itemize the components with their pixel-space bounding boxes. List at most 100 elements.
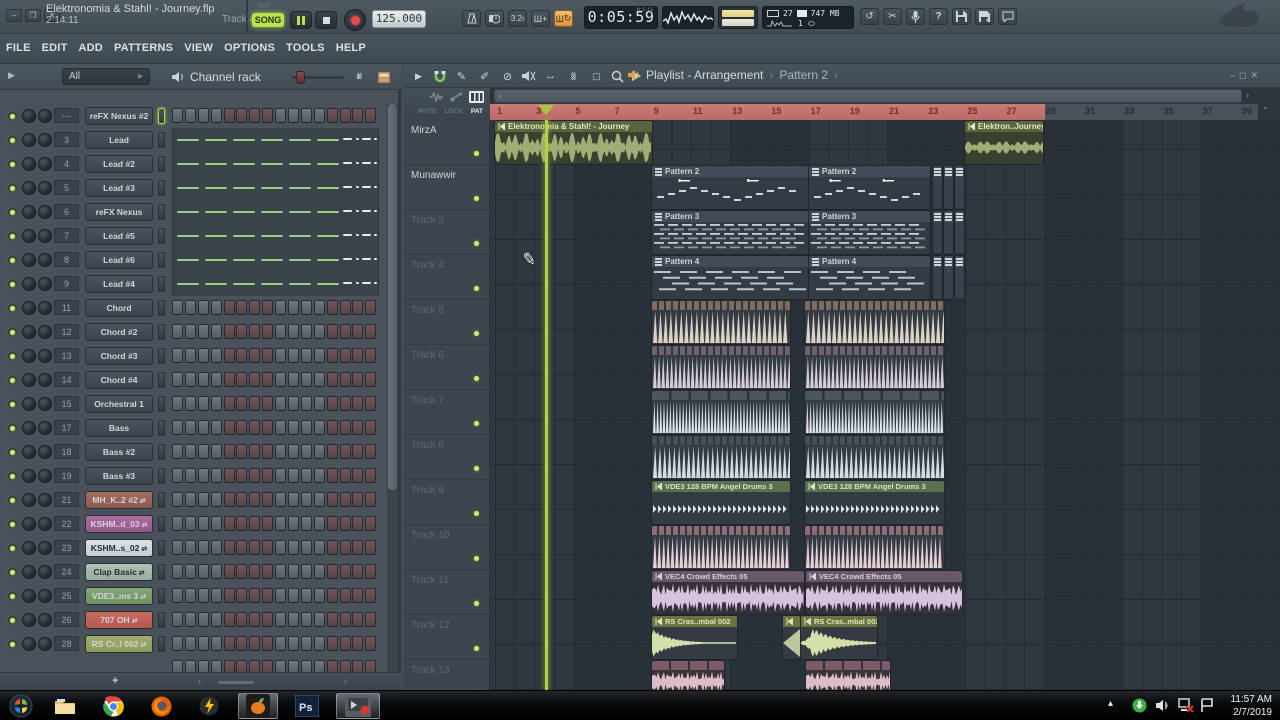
select-tool-icon[interactable]: ▢ [588, 68, 605, 84]
oscilloscope[interactable] [662, 6, 714, 29]
channel-enable-led[interactable] [8, 184, 17, 193]
step-button[interactable] [249, 636, 261, 651]
channel-volume-knob[interactable] [38, 421, 52, 435]
channel-name-button[interactable]: Bass [85, 419, 153, 437]
step-button[interactable] [326, 108, 338, 123]
step-button[interactable] [326, 492, 338, 507]
channel-enable-led[interactable] [8, 592, 17, 601]
audio-track-mode-icon[interactable] [430, 92, 443, 102]
playlist-clip[interactable] [955, 211, 964, 254]
channel-steps-area[interactable] [172, 512, 379, 536]
step-button[interactable] [288, 396, 300, 411]
step-button[interactable] [172, 516, 183, 531]
step-button[interactable] [275, 492, 287, 507]
step-button[interactable] [275, 516, 287, 531]
track-enable-led[interactable] [472, 644, 481, 653]
step-button[interactable] [249, 564, 261, 579]
step-button[interactable] [249, 420, 261, 435]
channel-pan-knob[interactable] [22, 277, 36, 291]
step-button[interactable] [172, 660, 183, 672]
channel-pan-knob[interactable] [22, 613, 36, 627]
track-enable-led[interactable] [472, 509, 481, 518]
winamp-icon[interactable] [192, 693, 226, 719]
playlist-clip[interactable] [806, 661, 890, 690]
step-button[interactable] [300, 396, 312, 411]
step-button[interactable] [288, 108, 300, 123]
channel-pan-knob[interactable] [22, 157, 36, 171]
playlist-clip[interactable] [652, 346, 790, 389]
channel-volume-knob[interactable] [38, 541, 52, 555]
step-button[interactable] [236, 300, 248, 315]
channel-pan-knob[interactable] [22, 325, 36, 339]
menu-tools[interactable]: TOOLS [286, 42, 325, 54]
channel-mute-switch[interactable] [158, 516, 165, 532]
step-button[interactable] [339, 348, 351, 363]
step-button[interactable] [210, 444, 222, 459]
step-button[interactable] [249, 660, 261, 672]
step-button[interactable] [339, 564, 351, 579]
step-button[interactable] [352, 348, 364, 363]
play-pause-button[interactable] [290, 11, 312, 29]
step-button[interactable] [210, 516, 222, 531]
playlist-clip[interactable] [805, 391, 944, 434]
channel-steps-area[interactable] [172, 392, 379, 416]
step-button[interactable] [365, 564, 377, 579]
step-button[interactable] [184, 492, 196, 507]
channel-volume-knob[interactable] [38, 637, 52, 651]
step-button[interactable] [339, 300, 351, 315]
step-button[interactable] [275, 300, 287, 315]
step-button[interactable] [262, 108, 274, 123]
step-button[interactable] [339, 636, 351, 651]
step-button[interactable] [365, 396, 377, 411]
step-button[interactable] [300, 372, 312, 387]
hscroll-thumb[interactable] [218, 681, 254, 684]
step-button[interactable] [172, 612, 183, 627]
step-button[interactable] [288, 300, 300, 315]
channel-name-button[interactable]: Chord #4 [85, 371, 153, 389]
time-display[interactable]: 0:05:59 M:S:CS [584, 6, 658, 29]
step-button[interactable] [288, 660, 300, 672]
channel-steps-area[interactable] [172, 560, 379, 584]
channel-mute-switch[interactable] [158, 108, 165, 124]
automation-mode-icon[interactable] [450, 92, 462, 102]
playlist-clip[interactable]: Pattern 4 [809, 256, 930, 299]
step-button[interactable] [262, 372, 274, 387]
step-button[interactable] [339, 324, 351, 339]
step-button[interactable] [275, 324, 287, 339]
channel-mute-switch[interactable] [158, 444, 165, 460]
channel-mute-switch[interactable] [158, 372, 165, 388]
step-button[interactable] [352, 540, 364, 555]
channel-name-button[interactable]: Lead #4 [85, 275, 153, 293]
step-button[interactable] [326, 660, 338, 672]
tray-expand-icon[interactable]: ▴ [1108, 698, 1113, 709]
step-button[interactable] [365, 324, 377, 339]
action-center-flag-icon[interactable] [1200, 698, 1214, 713]
playlist-menu-arrow[interactable]: ▶ [410, 68, 427, 84]
step-button[interactable] [210, 660, 222, 672]
channel-enable-led[interactable] [8, 520, 17, 529]
playlist-clip[interactable]: Elektron..Journey [965, 121, 1043, 164]
channel-pan-knob[interactable] [22, 229, 36, 243]
undo-icon[interactable]: ↺ [860, 8, 879, 25]
step-button[interactable] [326, 420, 338, 435]
playlist-clip[interactable]: Pattern 2 [809, 166, 930, 209]
step-button[interactable] [223, 348, 235, 363]
step-button[interactable] [249, 324, 261, 339]
step-button[interactable] [288, 468, 300, 483]
channel-steps-area[interactable] [172, 536, 379, 560]
step-button[interactable] [275, 420, 287, 435]
step-button[interactable] [184, 516, 196, 531]
step-button[interactable] [262, 660, 274, 672]
add-channel-button[interactable]: + [112, 675, 118, 687]
step-button[interactable] [300, 636, 312, 651]
step-button[interactable] [288, 324, 300, 339]
step-button[interactable] [223, 660, 235, 672]
step-button[interactable] [210, 348, 222, 363]
step-button[interactable] [249, 612, 261, 627]
step-button[interactable] [339, 444, 351, 459]
step-button[interactable] [352, 396, 364, 411]
channel-pan-knob[interactable] [22, 181, 36, 195]
step-button[interactable] [365, 444, 377, 459]
step-button[interactable] [275, 588, 287, 603]
channel-name-button[interactable]: VDE3..ms 3 ⇄ [85, 587, 153, 605]
